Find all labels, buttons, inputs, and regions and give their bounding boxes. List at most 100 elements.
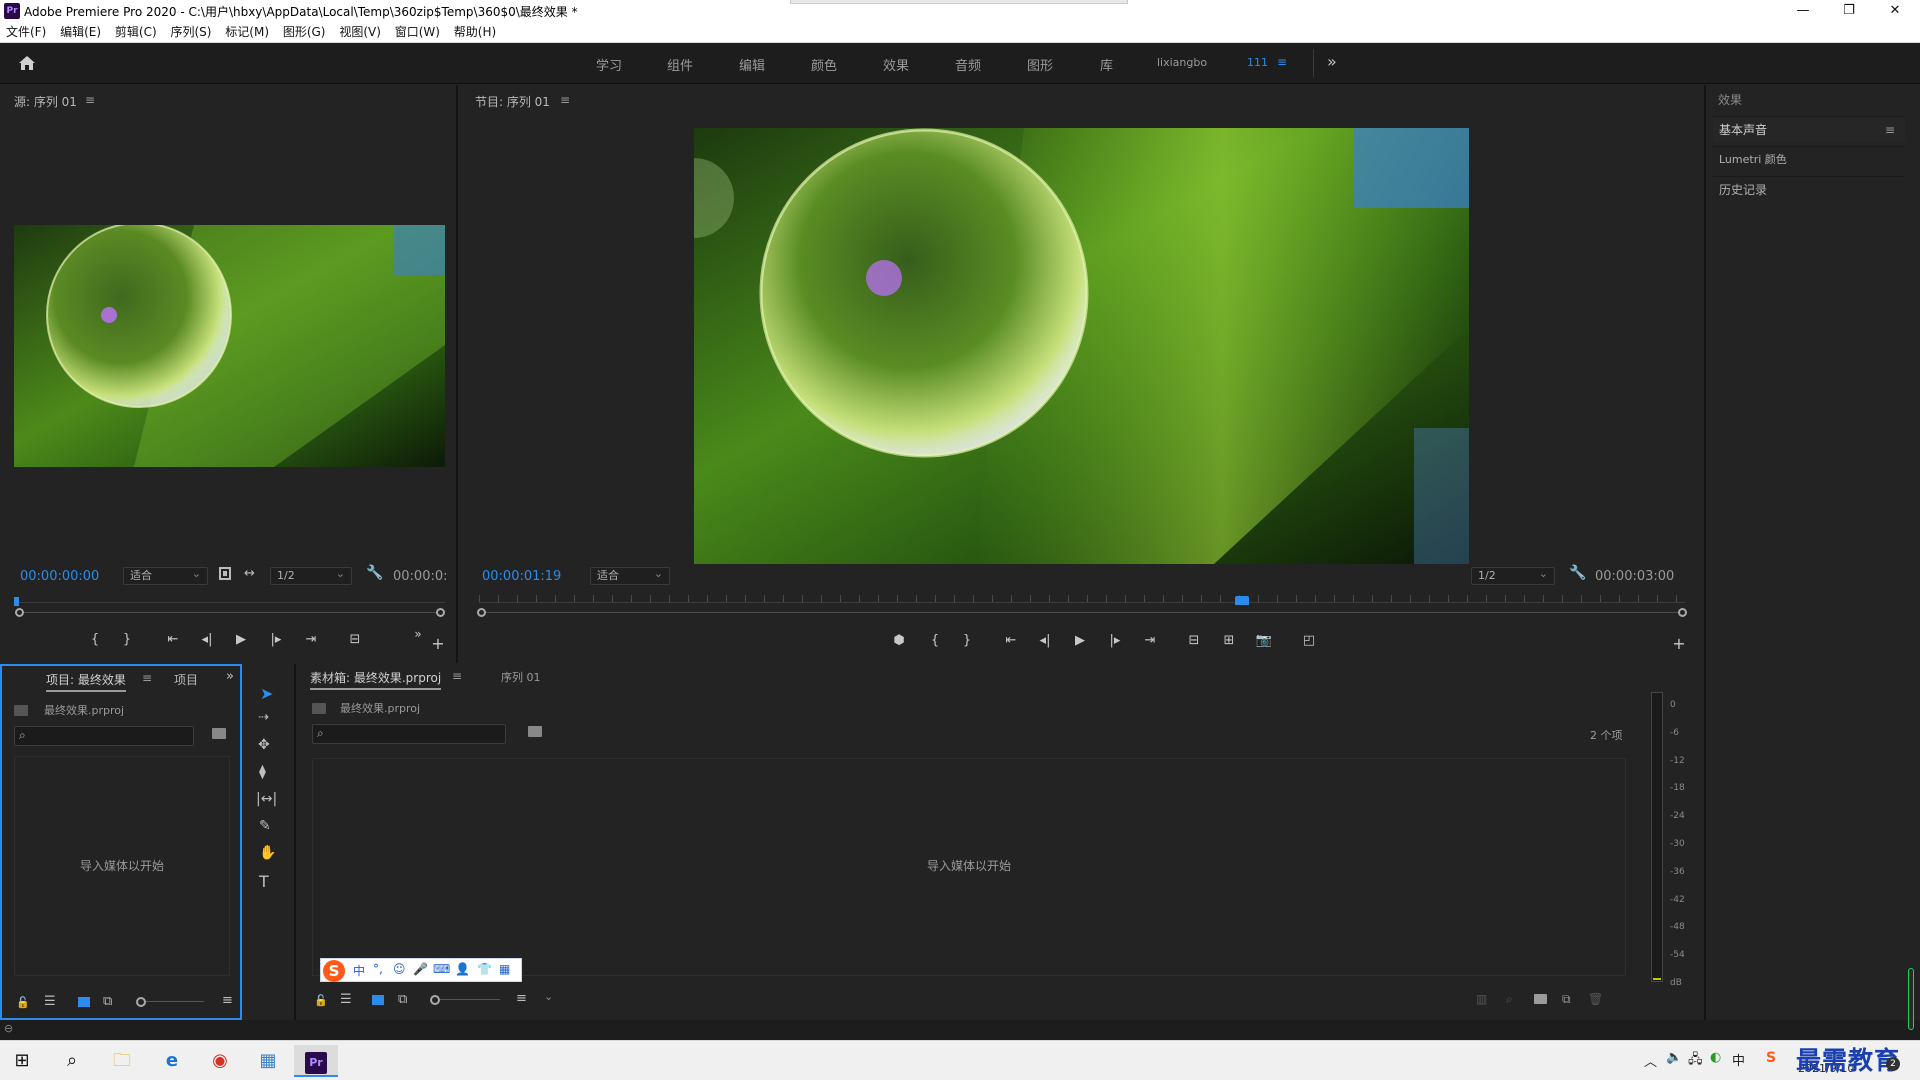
more-workspaces-icon[interactable]: » xyxy=(1327,52,1337,71)
find-icon[interactable]: ⌕ xyxy=(1506,992,1513,1007)
workspace-editing[interactable]: 编辑 xyxy=(739,55,765,74)
workspace-learning[interactable]: 学习 xyxy=(596,55,622,74)
ripple-edit-tool-icon[interactable]: ✥ xyxy=(258,737,270,753)
program-playhead[interactable] xyxy=(1235,596,1250,605)
program-zoom-bar[interactable] xyxy=(480,612,1685,613)
workspace-audio[interactable]: 音频 xyxy=(955,55,981,74)
home-icon[interactable] xyxy=(16,53,38,73)
freeform-view-icon[interactable]: ⧉ xyxy=(103,994,112,1009)
program-mark-in-icon[interactable]: { xyxy=(924,633,946,648)
ime-emoji-icon[interactable]: ☺ xyxy=(393,962,406,976)
bin-lock-icon[interactable]: 🔓 xyxy=(314,994,328,1007)
go-to-out-icon[interactable]: ⇥ xyxy=(300,632,322,647)
search-taskbar-icon[interactable]: ⌕ xyxy=(50,1045,94,1077)
zoom-slider-track[interactable] xyxy=(146,1001,204,1002)
program-time-ruler[interactable] xyxy=(479,595,1685,603)
bin-sort-icon[interactable]: ≡ xyxy=(516,991,527,1006)
lumetri-color-panel-tab[interactable]: Lumetri 颜色 xyxy=(1713,146,1905,172)
selection-tool-icon[interactable]: ➤ xyxy=(260,684,273,703)
pen-tool-icon[interactable]: ✎ xyxy=(259,818,271,834)
source-resolution-dropdown[interactable]: 1/2 xyxy=(270,566,352,585)
program-step-forward-icon[interactable]: |▸ xyxy=(1104,633,1126,648)
lift-icon[interactable]: ⊟ xyxy=(1183,633,1205,648)
ime-user-icon[interactable]: 👤 xyxy=(455,962,470,976)
ime-keyboard-icon[interactable]: ⌨ xyxy=(433,962,450,976)
notification-icon[interactable]: 2 xyxy=(1886,1057,1900,1071)
show-hidden-icons[interactable]: ︿ xyxy=(1644,1051,1657,1070)
project-search-input[interactable]: ⌕ xyxy=(14,726,194,746)
bin-list-view-icon[interactable]: ☰ xyxy=(340,992,352,1007)
menu-file[interactable]: 文件(F) xyxy=(2,22,50,43)
essential-sound-menu-icon[interactable]: ≡ xyxy=(1885,117,1895,143)
workspace-111[interactable]: 111 xyxy=(1247,56,1268,69)
project-more-tabs-icon[interactable]: » xyxy=(226,669,234,684)
program-resolution-dropdown[interactable]: 1/2 xyxy=(1471,566,1555,585)
program-timecode[interactable]: 00:00:01:19 xyxy=(482,569,561,584)
slip-tool-icon[interactable]: |↔| xyxy=(256,791,277,807)
menu-edit[interactable]: 编辑(E) xyxy=(56,22,105,43)
play-icon[interactable]: ▶ xyxy=(230,632,252,647)
history-panel-tab[interactable]: 历史记录 xyxy=(1713,176,1905,202)
extract-icon[interactable]: ⊞ xyxy=(1218,633,1240,648)
essential-sound-panel-tab[interactable]: 基本声音 ≡ xyxy=(1713,116,1905,142)
menu-view[interactable]: 视图(V) xyxy=(335,22,385,43)
minimize-button[interactable]: — xyxy=(1780,0,1826,22)
hand-tool-icon[interactable]: ✋ xyxy=(259,845,276,861)
workspace-effects[interactable]: 效果 xyxy=(883,55,909,74)
trash-icon[interactable]: 🗑 xyxy=(1588,992,1603,1006)
icon-view-icon[interactable] xyxy=(78,997,90,1007)
menu-graphics[interactable]: 图形(G) xyxy=(279,22,330,43)
source-monitor-tab[interactable]: 源: 序列 01 xyxy=(14,93,77,110)
safe-margins-icon[interactable] xyxy=(219,567,231,580)
bin-media-area[interactable]: 导入媒体以开始 xyxy=(312,758,1626,976)
bin-zoom-handle[interactable] xyxy=(430,995,440,1005)
close-button[interactable]: ✕ xyxy=(1872,0,1918,22)
bin-search-input[interactable]: ⌕ xyxy=(312,724,506,744)
sogou-logo-icon[interactable]: S xyxy=(323,960,345,982)
network-icon[interactable]: 🖧 xyxy=(1688,1050,1703,1072)
program-go-to-out-icon[interactable]: ⇥ xyxy=(1139,633,1161,648)
windows-start-icon[interactable]: ⊞ xyxy=(0,1045,44,1077)
menu-help[interactable]: 帮助(H) xyxy=(450,22,500,43)
sequence-tab[interactable]: 序列 01 xyxy=(501,669,541,685)
source-zoom-bar[interactable] xyxy=(15,612,445,613)
premiere-taskbar-icon[interactable]: Pr xyxy=(294,1045,338,1077)
source-panel-menu-icon[interactable]: ≡ xyxy=(85,93,95,107)
insert-icon[interactable]: ⊟ xyxy=(344,632,366,647)
ime-voice-icon[interactable]: 🎤 xyxy=(413,962,428,976)
source-zoom-end-handle[interactable] xyxy=(436,608,445,617)
new-item-icon[interactable]: ⧉ xyxy=(1562,992,1571,1007)
program-go-to-in-icon[interactable]: ⇤ xyxy=(1000,633,1022,648)
source-fit-dropdown[interactable]: 适合 xyxy=(123,566,208,585)
step-back-icon[interactable]: ◂| xyxy=(196,632,218,647)
add-marker-icon[interactable]: ⬢ xyxy=(888,633,910,648)
menu-marker[interactable]: 标记(M) xyxy=(221,22,273,43)
type-tool-icon[interactable]: T xyxy=(259,872,269,891)
drag-video-icon[interactable]: ↔ xyxy=(244,566,255,581)
program-monitor-tab[interactable]: 节目: 序列 01 xyxy=(475,93,550,110)
bin-icon-view-icon[interactable] xyxy=(372,995,384,1005)
source-time-ruler[interactable] xyxy=(14,595,445,603)
sort-icon[interactable]: ≡ xyxy=(222,993,233,1008)
zoom-slider-handle[interactable] xyxy=(136,997,146,1007)
ime-chinese-mode[interactable]: 中 xyxy=(353,962,365,979)
project-media-area[interactable]: 导入媒体以开始 xyxy=(14,756,230,976)
add-button-icon[interactable]: + xyxy=(427,634,449,653)
new-bin-from-search-icon[interactable] xyxy=(212,728,226,739)
lock-icon[interactable]: 🔓 xyxy=(16,996,30,1009)
wrench-icon[interactable]: 🔧 xyxy=(366,565,383,581)
menu-window[interactable]: 窗口(W) xyxy=(391,22,444,43)
bin-new-bin-icon[interactable] xyxy=(528,726,542,737)
edge-browser-icon[interactable]: e xyxy=(150,1045,194,1077)
razor-tool-icon[interactable]: ⧫ xyxy=(259,764,266,780)
list-view-icon[interactable]: ☰ xyxy=(44,994,56,1009)
program-add-button-icon[interactable]: + xyxy=(1668,634,1690,653)
automate-to-sequence-icon[interactable]: ▥ xyxy=(1476,992,1487,1006)
chrome-browser-icon[interactable]: ◉ xyxy=(198,1045,242,1077)
bin-zoom-track[interactable] xyxy=(440,999,500,1000)
volume-icon[interactable]: 🔈 xyxy=(1666,1050,1682,1065)
more-controls-icon[interactable]: » xyxy=(407,627,429,641)
new-bin-icon[interactable] xyxy=(1534,994,1547,1004)
tray-app-icon[interactable]: ◐ xyxy=(1710,1050,1721,1065)
program-step-back-icon[interactable]: ◂| xyxy=(1034,633,1056,648)
